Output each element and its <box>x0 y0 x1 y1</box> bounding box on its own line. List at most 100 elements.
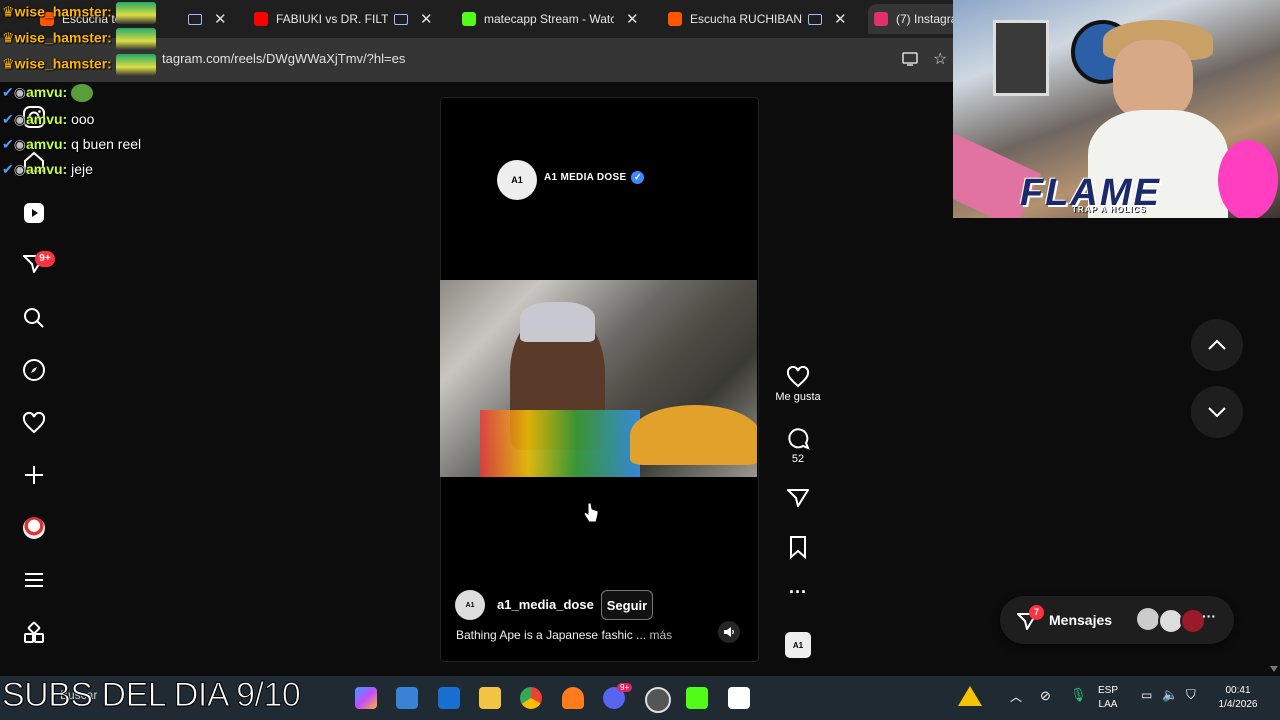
outlook-icon[interactable] <box>438 687 460 709</box>
hand-cursor-icon <box>583 502 599 523</box>
close-tab-icon[interactable]: ✕ <box>420 10 433 28</box>
more-link[interactable]: más <box>649 628 672 642</box>
menu-hamburger-icon[interactable] <box>20 566 48 594</box>
kick-app-icon[interactable] <box>686 687 708 709</box>
profile-avatar[interactable] <box>20 514 48 542</box>
account-avatar[interactable]: A1 <box>455 590 485 620</box>
chat-message: ♛wise_hamster: <box>2 28 156 50</box>
next-reel-button[interactable] <box>1191 386 1243 438</box>
tab-title: (7) Instagram <box>896 12 956 26</box>
obs-icon[interactable] <box>645 687 671 713</box>
file-explorer-icon[interactable] <box>479 687 501 709</box>
network-off-icon[interactable]: ⊘ <box>1040 688 1051 704</box>
share-send-icon[interactable] <box>786 486 810 510</box>
bookmark-icon[interactable] <box>786 535 810 560</box>
more-options-icon[interactable]: ··· <box>768 582 828 603</box>
tab-soundcloud-2[interactable]: Escucha RUCHIBANDZ ( ✕ <box>668 4 858 34</box>
pepe-emote-icon <box>71 84 94 103</box>
vpn-shield-icon[interactable]: ⛉ <box>1186 687 1196 703</box>
tab-instagram[interactable]: (7) Instagram <box>868 4 964 34</box>
comment-bubble-icon[interactable] <box>786 426 810 450</box>
volume-icon[interactable] <box>718 621 740 643</box>
video-durag <box>520 302 595 342</box>
tab-kick[interactable]: matecapp Stream - Watch Li ✕ <box>462 4 654 34</box>
reel-caption: Bathing Ape is a Japanese fashic ... más <box>456 628 672 642</box>
install-app-icon[interactable] <box>902 51 918 67</box>
capcut-icon[interactable] <box>728 687 750 709</box>
like-heart-icon[interactable] <box>786 365 810 388</box>
chat-message: ♛wise_hamster: <box>2 2 156 24</box>
bookmark-star-icon[interactable]: ☆ <box>933 49 947 69</box>
chat-message: ✔◉amvu: <box>2 84 94 103</box>
chat-message: ♛wise_hamster: <box>2 54 156 76</box>
save-action[interactable] <box>768 535 828 562</box>
url-field[interactable]: tagram.com/reels/DWgWWaXjTmv/?hl=es <box>162 51 405 66</box>
reel-video-frame[interactable] <box>440 280 757 477</box>
comment-action[interactable]: 52 <box>768 426 828 465</box>
overlay-account-name: A1 MEDIA DOSE ✓ <box>544 171 645 184</box>
avatar <box>1137 608 1159 630</box>
cast-icon <box>808 13 822 25</box>
video-shirt <box>480 410 640 477</box>
close-tab-icon[interactable]: ✕ <box>214 10 227 28</box>
chat-message: ✔◉amvu: jeje <box>2 161 93 177</box>
also-from-meta-icon[interactable] <box>20 619 48 647</box>
flame-logo-subtitle: TRAP A HOLICS <box>1072 205 1147 214</box>
like-action[interactable]: Me gusta <box>768 365 828 403</box>
audio-thumbnail[interactable]: A1 <box>785 632 811 658</box>
notification-badge: 9+ <box>35 251 55 267</box>
tray-chevron-up-icon[interactable]: ︿ <box>1010 688 1022 705</box>
more-avatars-icon: ··· <box>1202 608 1216 624</box>
emote-icon <box>115 28 156 50</box>
scroll-down-arrow-icon[interactable] <box>1270 666 1278 672</box>
tab-youtube[interactable]: FABIUKI vs DR. FILTROS ✕ <box>254 4 444 34</box>
chat-message: ✔◉amvu: ooo <box>2 111 95 127</box>
cast-icon <box>188 13 202 25</box>
instagram-icon <box>874 12 888 26</box>
reels-icon[interactable] <box>20 199 48 227</box>
soundcloud-app-icon[interactable] <box>562 687 584 709</box>
chevron-up-icon <box>1208 339 1226 350</box>
tab-title: matecapp Stream - Watch Li <box>484 12 614 26</box>
explore-compass-icon[interactable] <box>20 356 48 384</box>
youtube-icon <box>254 12 268 26</box>
video-object <box>630 405 757 465</box>
tab-title: Escucha RUCHIBANDZ ( <box>690 12 802 26</box>
store-icon[interactable] <box>396 687 418 709</box>
verified-badge-icon: ✓ <box>631 171 645 184</box>
search-icon[interactable] <box>20 304 48 332</box>
discord-badge: 9+ <box>617 683 633 692</box>
overlay-account-logo: A1 <box>497 160 537 200</box>
comment-count: 52 <box>791 453 805 465</box>
caption-text: Bathing Ape is a Japanese fashic ... <box>456 628 647 642</box>
streamer-face <box>1113 40 1193 120</box>
follow-button[interactable]: Seguir <box>601 590 653 620</box>
close-tab-icon[interactable]: ✕ <box>834 10 847 28</box>
share-action[interactable] <box>768 486 828 513</box>
cast-icon <box>394 13 408 25</box>
create-plus-icon[interactable] <box>20 461 48 489</box>
like-label: Me gusta <box>775 391 821 403</box>
chrome-icon[interactable] <box>520 687 542 709</box>
copilot-icon[interactable] <box>355 687 377 709</box>
input-language[interactable]: ESP LAA <box>1098 684 1118 712</box>
heart-icon[interactable] <box>20 409 48 437</box>
warning-icon[interactable] <box>958 686 982 706</box>
poster <box>993 20 1049 96</box>
close-tab-icon[interactable]: ✕ <box>626 10 639 28</box>
microphone-icon[interactable]: 🎙 <box>1070 687 1087 703</box>
buddha-sticker <box>1218 140 1278 218</box>
subs-counter-overlay: SUBS DEL DIA 9/10 <box>1 676 301 715</box>
messages-badge: 7 <box>1029 605 1044 620</box>
emote-icon <box>115 54 156 76</box>
chat-message: ✔◉amvu: q buen reel <box>2 136 142 152</box>
soundcloud-icon <box>668 12 682 26</box>
emote-icon <box>115 2 156 24</box>
chevron-down-icon <box>1208 407 1226 418</box>
volume-tray-icon[interactable]: 🔈 <box>1162 687 1178 703</box>
kick-icon <box>462 12 476 26</box>
screen-icon[interactable]: ▭ <box>1141 688 1152 702</box>
previous-reel-button[interactable] <box>1191 319 1243 371</box>
account-name-link[interactable]: a1_media_dose <box>497 597 594 612</box>
clock[interactable]: 00:41 1/4/2026 <box>1212 684 1264 712</box>
